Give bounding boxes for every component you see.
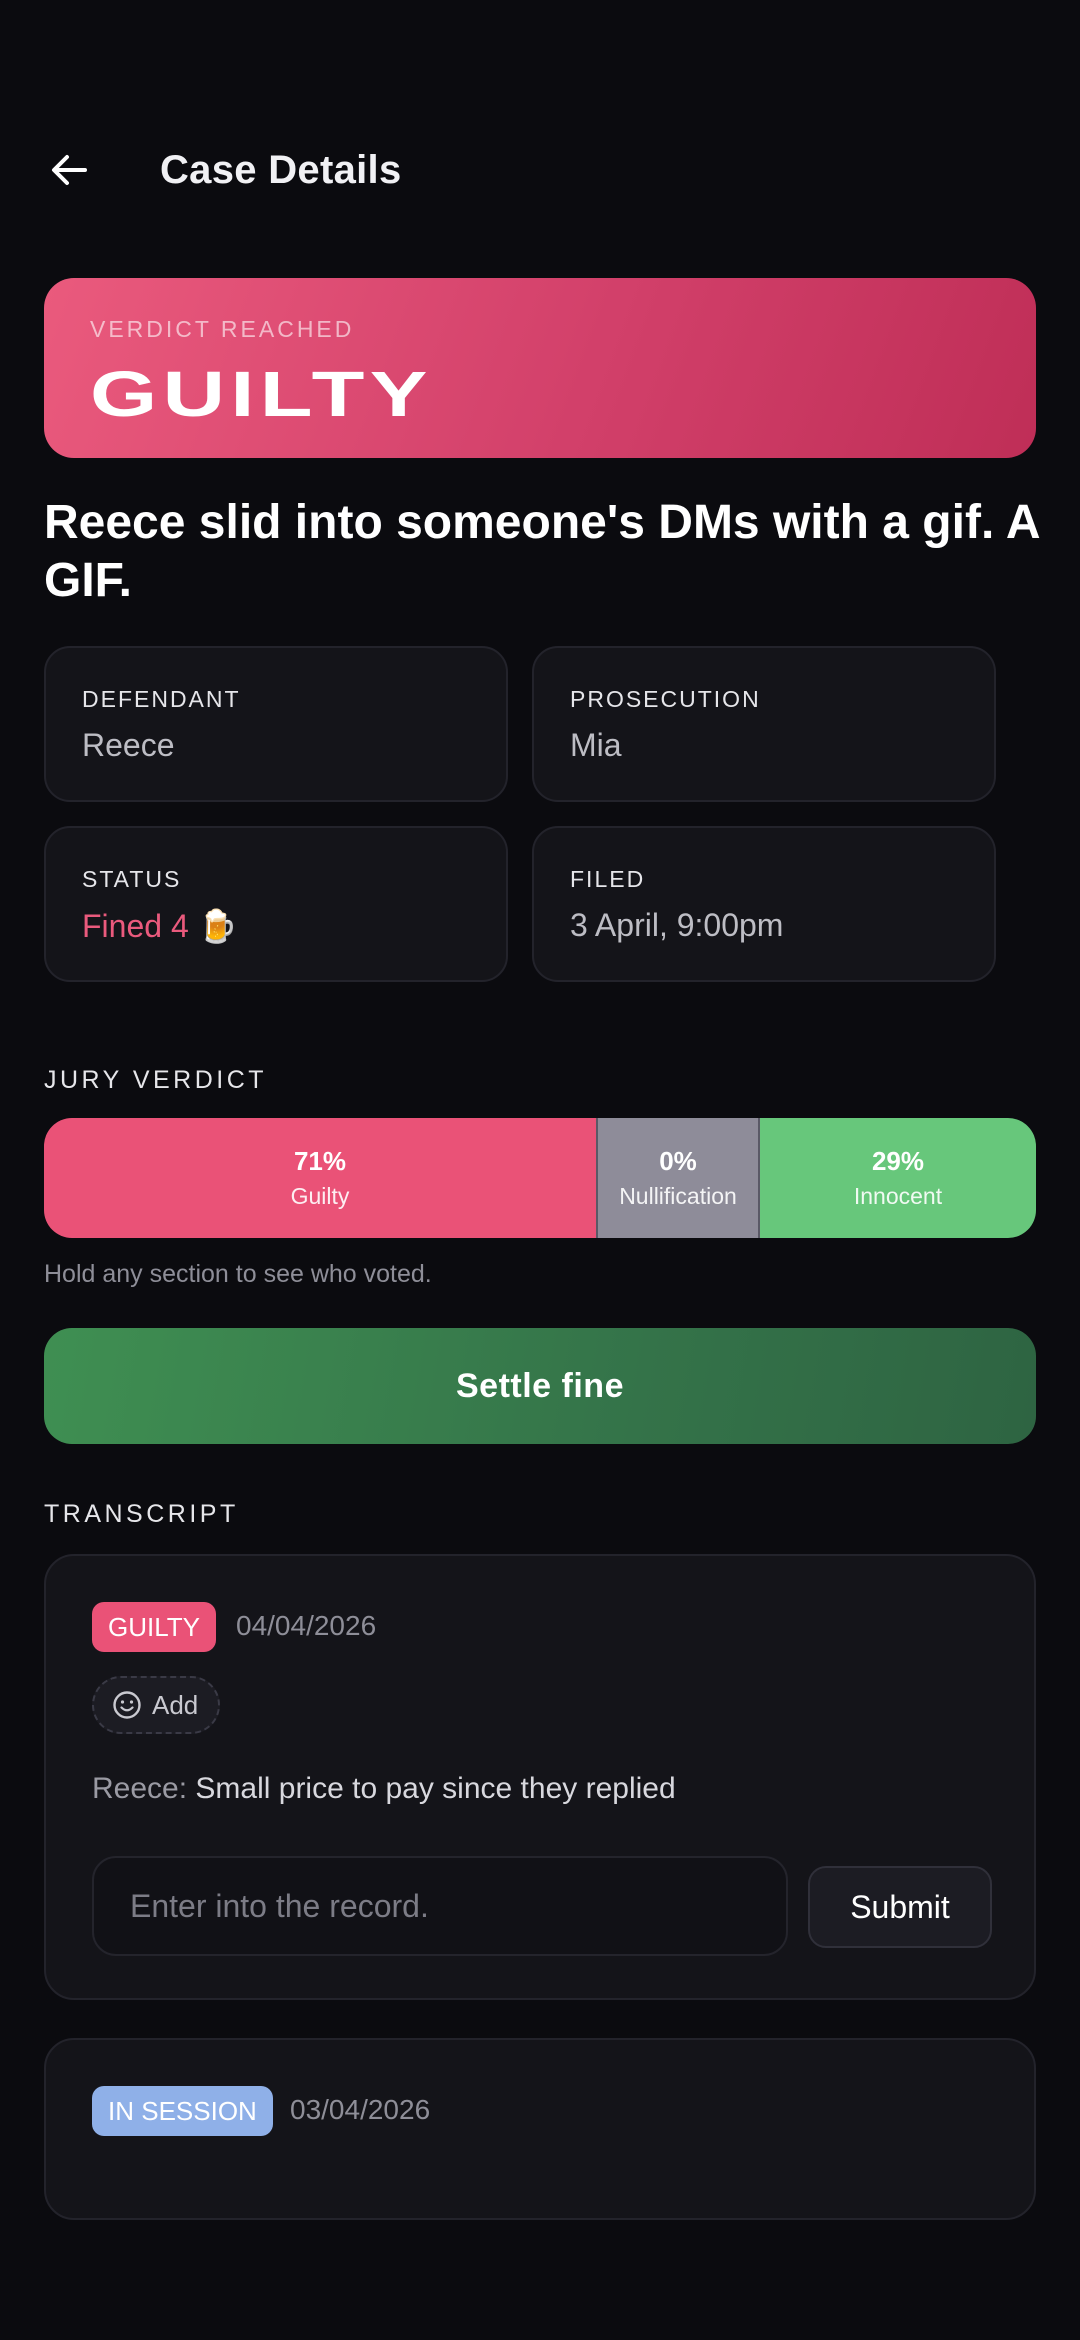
guilty-percent: 71%	[293, 1146, 347, 1176]
add-reaction-label: Add	[152, 1689, 199, 1720]
prosecution-card: PROSECUTION Mia	[532, 646, 996, 802]
jury-hint: Hold any section to see who voted.	[44, 1260, 432, 1288]
jury-segment-innocent[interactable]: 29% Innocent	[760, 1118, 1036, 1238]
status-card: STATUS Fined 4 🍺	[44, 826, 508, 982]
entry-date: 03/04/2026	[290, 2094, 431, 2125]
status-label: STATUS	[82, 866, 182, 892]
status-value: Fined 4 🍺	[82, 908, 238, 944]
nullification-label: Nullification	[619, 1183, 737, 1209]
defendant-label: DEFENDANT	[82, 686, 241, 712]
verdict-label: VERDICT REACHED	[90, 316, 355, 342]
transcript-entry: GUILTY 04/04/2026 Add Reece: Small price…	[44, 1554, 1036, 2000]
settle-fine-button[interactable]: Settle fine	[44, 1328, 1036, 1444]
page-title: Case Details	[160, 147, 402, 192]
header: Case Details	[44, 135, 1036, 205]
verdict-badge: GUILTY	[92, 1602, 216, 1652]
prosecution-label: PROSECUTION	[570, 686, 761, 712]
smiley-icon	[113, 1691, 141, 1719]
case-details-screen: Case Details VERDICT REACHED GUILTY Reec…	[0, 0, 1080, 2340]
verdict-banner: VERDICT REACHED GUILTY	[44, 278, 1036, 458]
session-badge: IN SESSION	[92, 2086, 273, 2136]
record-input[interactable]	[92, 1856, 788, 1956]
innocent-percent: 29%	[871, 1146, 925, 1176]
transcript-label: TRANSCRIPT	[44, 1500, 239, 1528]
innocent-label: Innocent	[853, 1183, 943, 1209]
jury-segment-guilty[interactable]: 71% Guilty	[44, 1118, 596, 1238]
back-button[interactable]	[44, 145, 94, 195]
transcript-message: Reece: Small price to pay since they rep…	[92, 1772, 676, 1806]
filed-value: 3 April, 9:00pm	[570, 907, 784, 943]
arrow-left-icon	[52, 155, 87, 185]
jury-verdict-bar: 71% Guilty 0% Nullification 29% Innocent	[44, 1118, 1036, 1238]
message-speaker: Reece:	[92, 1772, 188, 1805]
verdict-value: GUILTY	[90, 358, 433, 430]
add-reaction-button[interactable]: Add	[92, 1676, 221, 1734]
filed-card: FILED 3 April, 9:00pm	[532, 826, 996, 982]
entry-date: 04/04/2026	[236, 1610, 377, 1641]
defendant-card: DEFENDANT Reece	[44, 646, 508, 802]
settle-fine-label: Settle fine	[456, 1366, 624, 1405]
message-text: Small price to pay since they replied	[195, 1772, 676, 1805]
jury-segment-nullification[interactable]: 0% Nullification	[596, 1118, 760, 1238]
jury-verdict-label: JURY VERDICT	[44, 1066, 268, 1094]
filed-label: FILED	[570, 866, 646, 892]
defendant-value: Reece	[82, 727, 175, 763]
guilty-label: Guilty	[290, 1183, 350, 1209]
nullification-percent: 0%	[659, 1146, 697, 1176]
case-title: Reece slid into someone's DMs with a gif…	[44, 496, 1039, 607]
prosecution-value: Mia	[570, 727, 622, 763]
transcript-entry: IN SESSION 03/04/2026	[44, 2038, 1036, 2220]
submit-button[interactable]: Submit	[808, 1866, 992, 1948]
